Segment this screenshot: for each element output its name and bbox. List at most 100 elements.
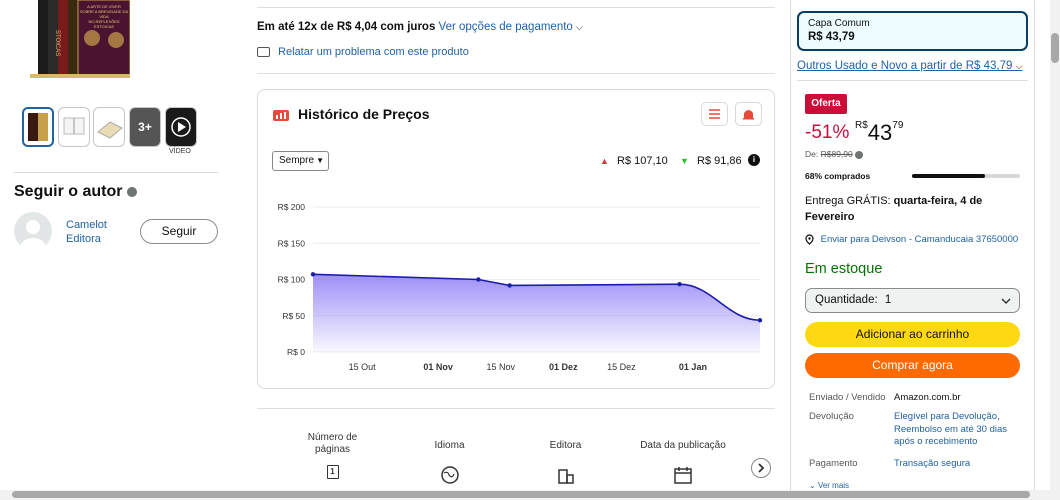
info-icon[interactable] [855, 150, 864, 159]
chevron-down-icon: ⌵ [1015, 61, 1023, 71]
stock-status: Em estoque [805, 261, 883, 277]
buy-now-button[interactable]: Comprar agora [805, 353, 1020, 378]
building-icon [557, 469, 574, 484]
thumbnail-3[interactable] [93, 107, 125, 147]
thumbnail-1[interactable] [22, 107, 54, 147]
format-option-selected[interactable]: Capa Comum R$ 43,79 [797, 11, 1028, 51]
max-price-value: R$ 107,10 [616, 155, 668, 167]
sold-by-value: Amazon.com.br [894, 392, 961, 403]
y-tick-label: R$ 50 [282, 311, 305, 321]
bought-percent-label: 68% comprados [805, 171, 871, 181]
price-point [476, 277, 481, 282]
horizontal-scrollbar-thumb[interactable] [12, 491, 1030, 498]
delivery-info: Entrega GRÁTIS: quarta-feira, 4 de Fever… [805, 193, 1010, 225]
price-point [507, 283, 512, 288]
left-divider [14, 172, 218, 173]
installment-row: Em até 12x de R$ 4,04 com juros Ver opçõ… [257, 21, 583, 33]
video-thumbnail[interactable] [165, 107, 197, 147]
see-more-text: Ver mais [817, 481, 850, 489]
cover-spine-text: STOICAS [54, 30, 60, 57]
price-fraction: 79 [892, 120, 904, 131]
deal-badge: Oferta [805, 94, 847, 114]
top-divider [257, 7, 775, 8]
used-and-new-link[interactable]: Outros Usado e Novo a partir de R$ 43,79… [797, 60, 1022, 72]
menu-button[interactable] [701, 102, 728, 126]
price-history-title: Histórico de Preços [298, 106, 430, 122]
vertical-scrollbar-thumb[interactable] [1051, 33, 1059, 63]
menu-icon [709, 109, 720, 119]
detail-label: Data da publicação [640, 440, 726, 451]
quantity-value: 1 [884, 294, 892, 306]
payment-label: Pagamento [809, 458, 858, 469]
secure-transaction-link[interactable]: Transação segura [894, 458, 970, 469]
detail-publication-date: Data da publicação [638, 440, 728, 488]
y-tick-label: R$ 150 [278, 238, 306, 248]
detail-language: Idioma [412, 440, 487, 488]
quantity-label: Quantidade: [815, 294, 878, 306]
price-history-chart: R$ 200 R$ 150 R$ 100 R$ 50 R$ 0 15 Out 01 Nov 1… [278, 202, 763, 372]
globe-icon [440, 466, 459, 484]
min-price-value: R$ 91,86 [696, 155, 742, 167]
follow-author-heading: Seguir o autor [14, 183, 137, 201]
x-tick-label: 15 Dez [607, 362, 636, 372]
thumbnail-more[interactable]: 3+ [129, 107, 161, 147]
author-name-link[interactable]: Camelot Editora [66, 218, 126, 246]
delivery-prefix: Entrega GRÁTIS: [805, 195, 891, 207]
price-point [677, 282, 682, 287]
period-select-value: Sempre [279, 155, 315, 166]
buybox-divider [797, 80, 1028, 81]
x-tick-label: 15 Nov [486, 362, 515, 372]
installment-text: Em até 12x de R$ 4,04 com juros [257, 21, 436, 33]
calendar-icon [674, 467, 692, 484]
return-policy-link[interactable]: Elegível para Devolução, Reembolso em at… [894, 411, 1019, 449]
detail-pages: Número de páginas 1 [295, 432, 370, 479]
sold-by-label: Enviado / Vendido [809, 392, 886, 403]
chevron-down-icon [1001, 298, 1011, 305]
feedback-icon [257, 47, 270, 58]
price-point [310, 272, 316, 277]
ship-to-link[interactable]: Enviar para Deivson - Camanducaia 376500… [805, 234, 1018, 245]
list-price: R$89,90 [820, 149, 853, 159]
price-currency: R$ [855, 120, 868, 131]
detail-publisher: Editora [528, 440, 603, 488]
max-price-indicator: ▲ R$ 107,10 [600, 155, 668, 167]
used-and-new-text: Outros Usado e Novo a partir de R$ 43,79 [797, 60, 1013, 72]
detail-label: Idioma [434, 440, 465, 451]
bell-icon [743, 110, 754, 120]
format-name: Capa Comum [808, 18, 870, 29]
report-problem-link[interactable]: Relatar um problema com este produto [278, 46, 469, 58]
x-tick-label: 01 Dez [549, 362, 578, 372]
price-whole: 43 [867, 120, 893, 145]
payment-options-link[interactable]: Ver opções de pagamento [439, 21, 573, 33]
detail-label: Número de páginas [307, 432, 358, 455]
alert-button[interactable] [735, 102, 762, 126]
details-next-button[interactable] [751, 458, 771, 478]
price-point [757, 318, 763, 323]
cover-title-text: A ARTE DE VIVER SOBRE A BREVIDADE DA VID… [78, 4, 130, 29]
x-tick-label: 01 Nov [423, 362, 453, 372]
arrow-up-icon: ▲ [600, 156, 609, 166]
price: R$4379 [855, 120, 903, 146]
see-more-link[interactable]: ⌄ Ver mais [809, 481, 849, 489]
quantity-select[interactable]: Quantidade: 1 [805, 288, 1020, 313]
chevron-down-icon: ▼ [316, 156, 324, 165]
vertical-scrollbar[interactable] [1050, 0, 1060, 490]
chart-logo-icon [273, 107, 289, 126]
discount-percent: -51% [805, 122, 850, 143]
location-pin-icon [805, 234, 814, 245]
y-tick-label: R$ 100 [278, 275, 306, 285]
report-row: Relatar um problema com este produto [257, 46, 469, 58]
x-tick-label: 15 Out [349, 362, 377, 372]
add-to-cart-button[interactable]: Adicionar ao carrinho [805, 322, 1020, 347]
period-select[interactable]: Sempre ▼ [272, 151, 329, 171]
format-price: R$ 43,79 [808, 31, 855, 43]
x-tick-label: 01 Jan [679, 362, 707, 372]
chevron-down-icon[interactable]: ⌵ [576, 22, 583, 32]
y-tick-label: R$ 200 [278, 202, 306, 212]
author-avatar [14, 212, 52, 250]
info-icon[interactable] [126, 186, 137, 197]
follow-button[interactable]: Seguir [140, 219, 218, 244]
thumbnail-2[interactable] [58, 107, 90, 147]
arrow-down-icon: ▼ [680, 156, 689, 166]
info-icon[interactable]: i [748, 154, 760, 166]
